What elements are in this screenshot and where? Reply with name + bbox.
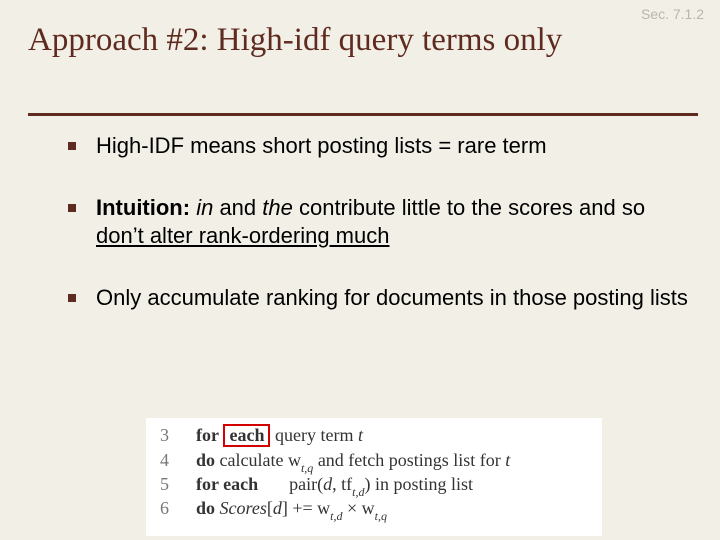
algo-text: × w <box>343 498 375 518</box>
algo-line: 3 for each query term t <box>160 424 363 447</box>
algorithm-snippet: 3 for each query term t 4 do calculate w… <box>146 418 602 536</box>
algo-var: t <box>358 425 363 445</box>
algo-keyword: for each <box>196 474 258 494</box>
algo-text: += w <box>288 498 330 518</box>
algo-subscript: t,d <box>352 485 364 499</box>
section-label: Sec. 7.1.2 <box>641 6 704 22</box>
line-number: 5 <box>160 474 169 494</box>
algo-text: ) in posting list <box>364 474 473 494</box>
algo-keyword: do <box>196 498 215 518</box>
algo-keyword: for <box>196 425 219 445</box>
bullet-text: High-IDF means short posting lists = rar… <box>96 133 547 158</box>
highlight-box: each <box>223 424 270 447</box>
bullet-text: Only accumulate ranking for documents in… <box>96 285 688 310</box>
line-number: 3 <box>160 425 169 445</box>
bullet-text: contribute little to the scores and so <box>293 195 645 220</box>
algo-text: pair( <box>289 474 323 494</box>
bullet-item: High-IDF means short posting lists = rar… <box>68 132 690 160</box>
algo-line: 6 do Scores[d] += wt,d × wt,q <box>160 498 387 523</box>
algo-text: , tf <box>332 474 352 494</box>
algo-keyword: do <box>196 450 215 470</box>
bullet-italic: the <box>262 195 293 220</box>
algo-subscript: t,q <box>301 461 313 475</box>
bullet-item: Intuition: in and the contribute little … <box>68 194 690 250</box>
bullet-list: High-IDF means short posting lists = rar… <box>68 132 690 347</box>
algo-line: 4 do calculate wt,q and fetch postings l… <box>160 450 510 475</box>
line-number: 4 <box>160 450 169 470</box>
algo-text: and fetch postings list for <box>313 450 505 470</box>
bullet-italic: in <box>196 195 213 220</box>
bullet-lead: Intuition: <box>96 195 190 220</box>
line-number: 6 <box>160 498 169 518</box>
bullet-underline: don’t alter rank-ordering much <box>96 223 389 248</box>
algo-line: 5 for each pair(d, tft,d) in posting lis… <box>160 474 473 499</box>
algo-text: query term <box>275 425 358 445</box>
algo-var: Scores <box>220 498 267 518</box>
algo-var: t <box>505 450 510 470</box>
algo-text: calculate w <box>215 450 301 470</box>
title-underline <box>28 113 698 116</box>
algo-var: d <box>323 474 332 494</box>
algo-subscript: t,d <box>330 509 342 523</box>
bullet-text: and <box>213 195 262 220</box>
algo-subscript: t,q <box>375 509 387 523</box>
algo-var: d <box>273 498 282 518</box>
slide: Sec. 7.1.2 Approach #2: High-idf query t… <box>0 0 720 540</box>
bullet-item: Only accumulate ranking for documents in… <box>68 284 690 312</box>
slide-title: Approach #2: High-idf query terms only <box>28 22 610 60</box>
